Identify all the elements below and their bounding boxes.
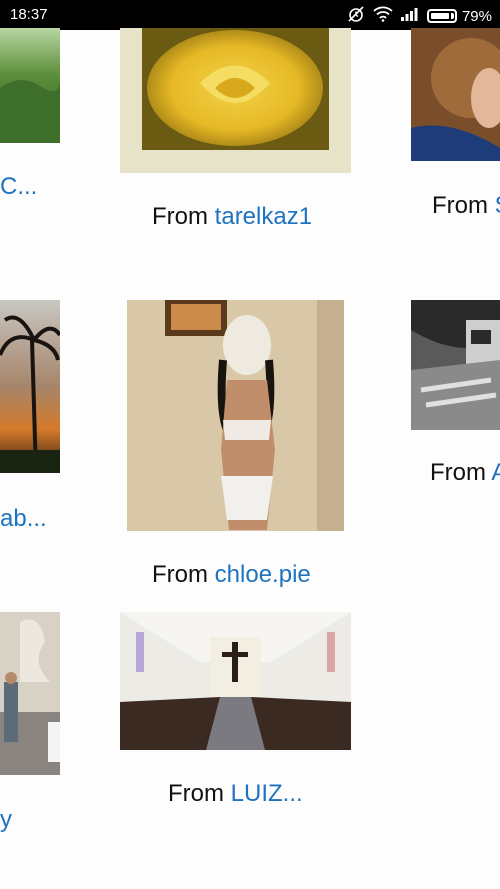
- from-label: From: [168, 780, 224, 807]
- caption-left-3[interactable]: y: [0, 806, 12, 834]
- caption-middle-1: From tarelkaz1: [152, 203, 312, 231]
- status-icons: 79%: [347, 5, 492, 27]
- thumbnail-street-scene[interactable]: [0, 612, 60, 775]
- thumbnail-church-interior[interactable]: [120, 612, 351, 750]
- user-link[interactable]: LUIZ...: [231, 780, 303, 807]
- caption-middle-3: From LUIZ...: [168, 780, 303, 808]
- caption-right-1: From S: [432, 192, 500, 220]
- user-link[interactable]: A: [491, 459, 500, 486]
- thumbnail-palm-sunset[interactable]: [0, 300, 60, 473]
- alarm-off-icon: [347, 5, 365, 27]
- battery-percent: 79%: [461, 7, 492, 25]
- thumbnail-curly-hair[interactable]: [411, 28, 500, 161]
- thumbnail-yellow-rose[interactable]: [120, 28, 351, 173]
- status-bar: 18:37 79%: [0, 0, 500, 30]
- thumbnail-bw-ruins[interactable]: [411, 300, 500, 430]
- from-label: From: [152, 203, 208, 230]
- caption-right-2: From A: [430, 459, 500, 487]
- thumbnail-landscape-green[interactable]: [0, 28, 60, 143]
- user-link[interactable]: S: [495, 192, 500, 219]
- signal-icon: [400, 7, 419, 25]
- user-link[interactable]: chloe.pie: [215, 561, 311, 588]
- from-label: From: [152, 561, 208, 588]
- caption-middle-2: From chloe.pie: [152, 561, 311, 589]
- caption-left-2[interactable]: ab...: [0, 505, 47, 533]
- caption-left-1[interactable]: C...: [0, 173, 37, 201]
- battery-icon: [426, 9, 457, 23]
- from-label: From: [430, 459, 486, 486]
- user-link[interactable]: tarelkaz1: [215, 203, 312, 230]
- status-time: 18:37: [10, 6, 48, 23]
- thumbnail-woman-photo[interactable]: [127, 300, 344, 531]
- wifi-icon: [373, 6, 393, 26]
- from-label: From: [432, 192, 488, 219]
